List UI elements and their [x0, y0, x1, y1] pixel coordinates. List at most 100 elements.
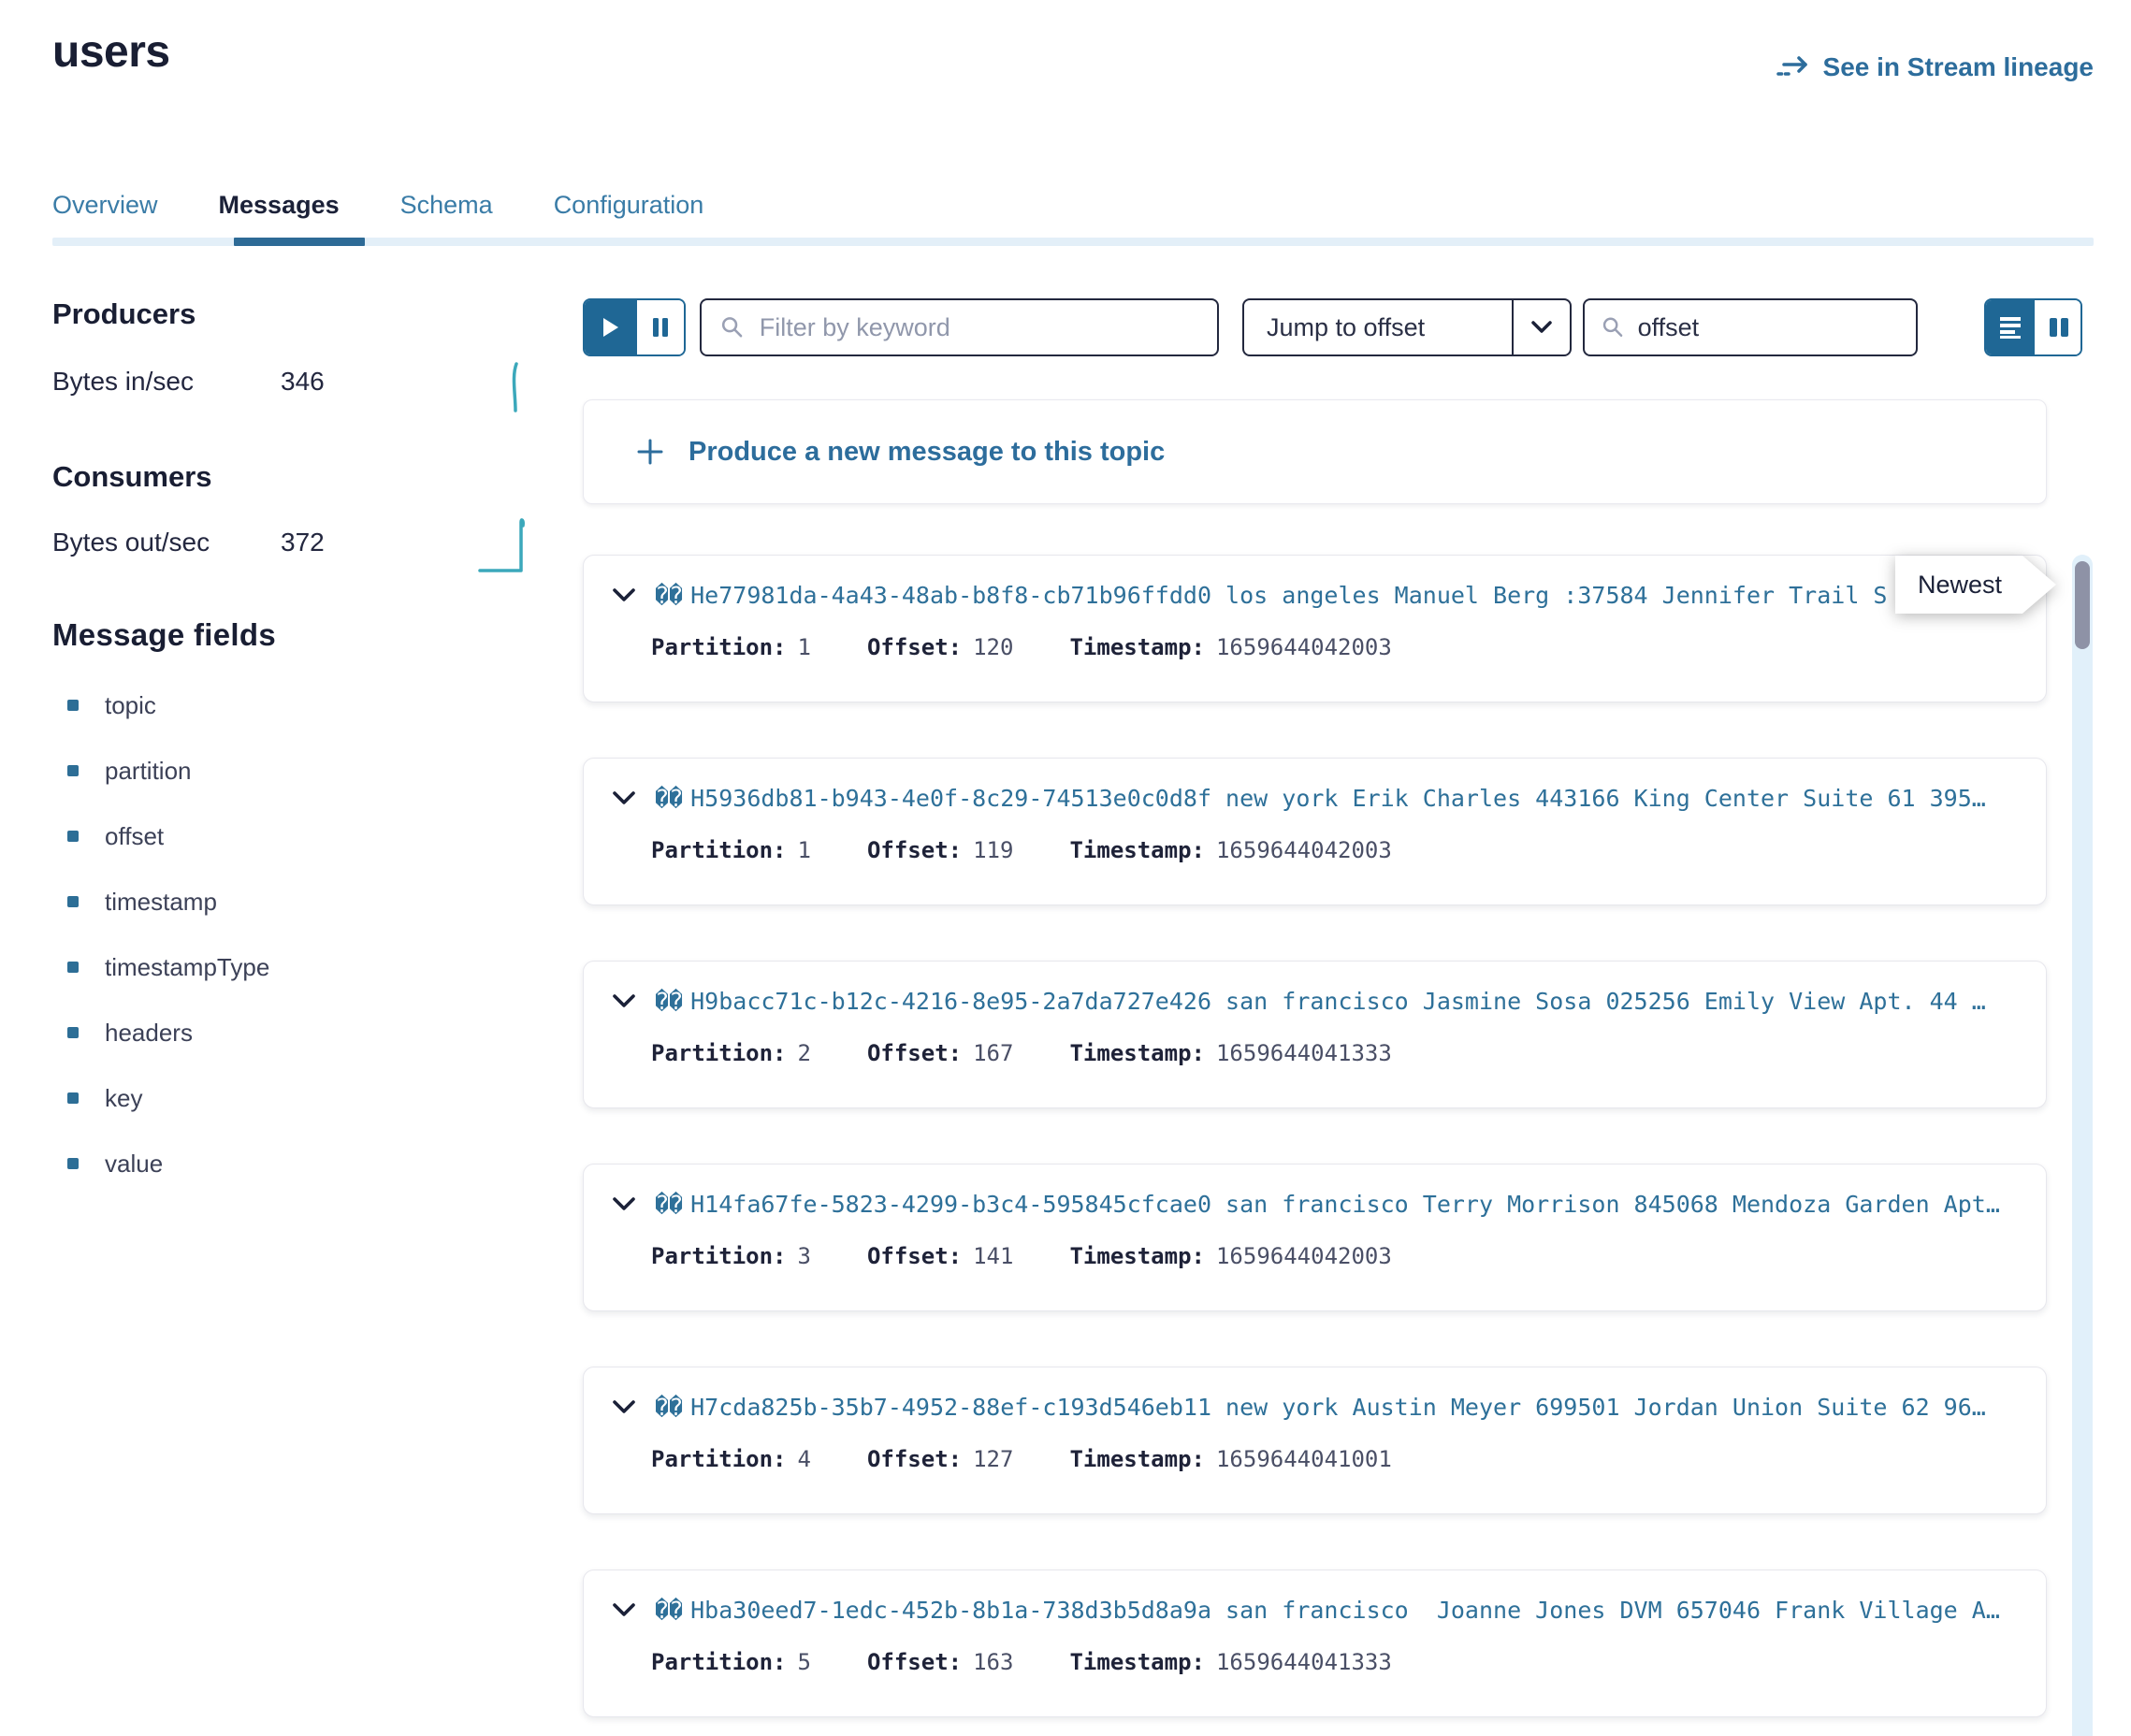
partition-value: 1	[798, 634, 811, 660]
search-icon	[1602, 314, 1625, 340]
see-in-stream-lineage-link[interactable]: See in Stream lineage	[1776, 52, 2094, 82]
jump-to-offset-select[interactable]: Jump to offset	[1242, 298, 1572, 356]
message-row[interactable]: �� He77981da-4a43-48ab-b8f8-cb71b96ffdd0…	[583, 555, 2047, 702]
offset-value: 167	[973, 1040, 1013, 1066]
sidebar-item-key[interactable]: key	[67, 1084, 269, 1112]
tab-schema[interactable]: Schema	[400, 191, 493, 242]
bytes-in-label: Bytes in/sec	[52, 367, 194, 397]
search-icon	[720, 314, 745, 340]
message-row[interactable]: �� H9bacc71c-b12c-4216-8e95-2a7da727e426…	[583, 961, 2047, 1108]
message-title-row[interactable]: �� Hba30eed7-1edc-452b-8b1a-738d3b5d8a9a…	[584, 1585, 2046, 1634]
offset-pair: Offset: 141	[867, 1243, 1014, 1269]
message-row[interactable]: �� H7cda825b-35b7-4952-88ef-c193d546eb11…	[583, 1367, 2047, 1514]
timestamp-pair: Timestamp: 1659644042003	[1069, 634, 1391, 660]
pause-button[interactable]	[635, 300, 684, 354]
column-view-button[interactable]	[2035, 300, 2080, 354]
message-row[interactable]: �� Hba30eed7-1edc-452b-8b1a-738d3b5d8a9a…	[583, 1570, 2047, 1717]
partition-pair: Partition: 1	[651, 837, 811, 863]
partition-pair: Partition: 5	[651, 1649, 811, 1675]
field-bullet-icon	[67, 765, 79, 776]
offset-value: 163	[973, 1649, 1013, 1675]
offset-label: Offset:	[867, 1040, 962, 1066]
plus-icon	[636, 438, 664, 466]
partition-label: Partition:	[651, 1649, 787, 1675]
sidebar-item-timestamptype[interactable]: timestampType	[67, 953, 269, 981]
message-meta: Partition:1 Offset:119 Timestamp:1659644…	[584, 837, 2046, 863]
play-button[interactable]	[585, 300, 635, 354]
message-title-row[interactable]: �� H14fa67fe-5823-4299-b3c4-595845cfcae0…	[584, 1179, 2046, 1228]
message-title: H7cda825b-35b7-4952-88ef-c193d546eb11 ne…	[690, 1394, 1986, 1421]
field-label: partition	[105, 757, 192, 786]
partition-pair: Partition:2	[651, 1040, 811, 1066]
message-title-row[interactable]: �� He77981da-4a43-48ab-b8f8-cb71b96ffdd0…	[584, 571, 2046, 619]
timestamp-pair: Timestamp:1659644041333	[1069, 1040, 1391, 1066]
partition-label: Partition:	[651, 837, 787, 863]
message-meta: Partition:1 Offset:120 Timestamp:1659644…	[584, 634, 2046, 660]
timestamp-pair: Timestamp:1659644042003	[1069, 1243, 1391, 1269]
offset-value: 141	[973, 1243, 1013, 1269]
timestamp-label: Timestamp:	[1069, 1040, 1205, 1066]
list-view-icon	[1998, 315, 2022, 340]
offset-search-input[interactable]	[1638, 313, 1899, 342]
tab-bar: Overview Messages Schema Configuration	[52, 191, 703, 242]
scrollbar-thumb[interactable]	[2075, 561, 2090, 649]
partition-label: Partition:	[651, 1243, 787, 1269]
offset-label: Offset:	[867, 1243, 962, 1269]
message-key-glyphs: ��	[655, 1191, 683, 1218]
chevron-down-icon[interactable]	[612, 993, 636, 1008]
offset-label: Offset:	[867, 1649, 962, 1675]
column-view-icon	[2047, 315, 2071, 340]
timestamp-value: 1659644042003	[1216, 1243, 1392, 1269]
list-view-button[interactable]	[1986, 300, 2035, 354]
offset-value: 120	[973, 634, 1013, 660]
message-meta: Partition:5 Offset:163 Timestamp:1659644…	[584, 1649, 2046, 1675]
scrollbar-track[interactable]	[2072, 555, 2093, 1736]
timestamp-label: Timestamp:	[1069, 1446, 1205, 1472]
sidebar-item-value[interactable]: value	[67, 1150, 269, 1178]
timestamp-value: 1659644042003	[1216, 634, 1392, 660]
tab-messages[interactable]: Messages	[219, 191, 340, 242]
see-in-stream-lineage-label: See in Stream lineage	[1823, 52, 2094, 82]
bytes-out-value: 372	[281, 528, 325, 557]
message-meta: Partition: 3 Offset: 141 Timestamp:1659644…	[584, 1243, 2046, 1269]
sidebar-item-timestamp[interactable]: timestamp	[67, 888, 269, 916]
timestamp-pair: Timestamp:1659644042003	[1069, 837, 1391, 863]
sidebar-item-partition[interactable]: partition	[67, 757, 269, 785]
offset-pair: Offset:120	[867, 634, 1014, 660]
partition-pair: Partition: 3	[651, 1243, 811, 1269]
chevron-down-icon[interactable]	[612, 790, 636, 805]
field-bullet-icon	[67, 700, 79, 711]
timestamp-value: 1659644041001	[1216, 1446, 1392, 1472]
timestamp-label: Timestamp:	[1069, 1649, 1205, 1675]
partition-value: 5	[798, 1649, 811, 1675]
sidebar-item-headers[interactable]: headers	[67, 1019, 269, 1047]
message-title-row[interactable]: �� H7cda825b-35b7-4952-88ef-c193d546eb11…	[584, 1382, 2046, 1431]
view-mode-toggle	[1984, 298, 2082, 356]
partition-value: 1	[798, 837, 811, 863]
produce-message-label: Produce a new message to this topic	[689, 437, 1165, 468]
page-title: users	[52, 26, 170, 78]
chevron-down-icon[interactable]	[612, 587, 636, 602]
message-title-row[interactable]: �� H9bacc71c-b12c-4216-8e95-2a7da727e426…	[584, 976, 2046, 1025]
message-row[interactable]: �� H14fa67fe-5823-4299-b3c4-595845cfcae0…	[583, 1164, 2047, 1311]
timestamp-label: Timestamp:	[1069, 634, 1205, 660]
message-title-row[interactable]: �� H5936db81-b943-4e0f-8c29-74513e0c0d8f…	[584, 774, 2046, 822]
tab-overview[interactable]: Overview	[52, 191, 158, 242]
message-row[interactable]: �� H5936db81-b943-4e0f-8c29-74513e0c0d8f…	[583, 758, 2047, 905]
produce-message-button[interactable]: Produce a new message to this topic	[583, 399, 2047, 504]
tab-configuration[interactable]: Configuration	[554, 191, 704, 242]
select-chevron-area[interactable]	[1512, 300, 1570, 354]
partition-value: 3	[798, 1243, 811, 1269]
chevron-down-icon[interactable]	[612, 1196, 636, 1211]
sidebar-item-offset[interactable]: offset	[67, 822, 269, 850]
offset-pair: Offset: 163	[867, 1649, 1014, 1675]
field-bullet-icon	[67, 896, 79, 907]
chevron-down-icon[interactable]	[612, 1399, 636, 1414]
chevron-down-icon[interactable]	[612, 1602, 636, 1617]
filter-keyword-input[interactable]	[760, 313, 1198, 342]
partition-pair: Partition:4	[651, 1446, 811, 1472]
sidebar-item-topic[interactable]: topic	[67, 691, 269, 719]
timestamp-value: 1659644042003	[1216, 837, 1392, 863]
bytes-in-value: 346	[281, 367, 325, 397]
message-meta: Partition:2 Offset: 167 Timestamp:1659644…	[584, 1040, 2046, 1066]
